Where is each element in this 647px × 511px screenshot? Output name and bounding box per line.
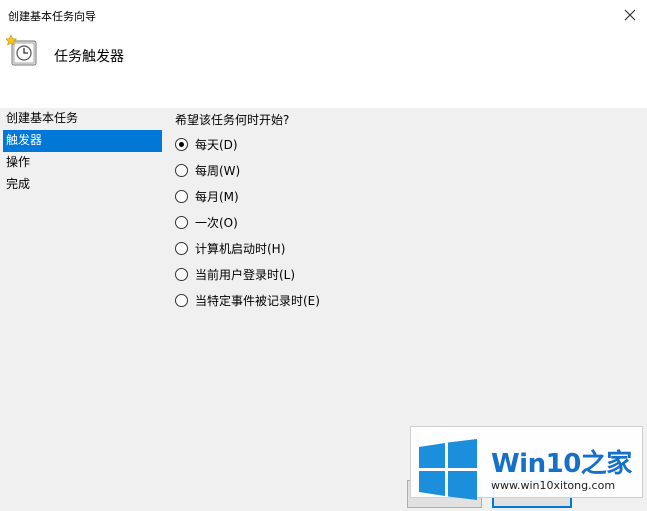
sidebar-item-create-basic-task[interactable]: 创建基本任务 <box>0 108 165 130</box>
windows-logo-icon <box>419 439 477 500</box>
sidebar-item-trigger[interactable]: 触发器 <box>3 130 162 152</box>
radio-button[interactable] <box>175 189 188 203</box>
page-title: 任务触发器 <box>54 49 124 65</box>
radio-monthly[interactable]: 每月(M) <box>175 183 635 209</box>
watermark-logo: Win10之家 www.win10xitong.com <box>410 426 643 500</box>
watermark-brand: Win10之家 <box>491 443 632 480</box>
radio-label: 每月(M) <box>195 189 239 204</box>
radio-at-startup[interactable]: 计算机启动时(H) <box>175 235 635 261</box>
radio-label: 当特定事件被记录时(E) <box>195 293 320 308</box>
sidebar-item-action[interactable]: 操作 <box>0 152 165 174</box>
task-clock-icon <box>6 34 37 66</box>
radio-daily[interactable]: 每天(D) <box>175 131 635 157</box>
wizard-steps-sidebar: 创建基本任务 触发器 操作 完成 <box>0 108 165 196</box>
radio-button[interactable] <box>175 215 188 229</box>
radio-on-event[interactable]: 当特定事件被记录时(E) <box>175 287 635 313</box>
wizard-header: 任务触发器 <box>0 30 647 108</box>
radio-weekly[interactable]: 每周(W) <box>175 157 635 183</box>
sidebar-item-finish[interactable]: 完成 <box>0 174 165 196</box>
radio-button[interactable] <box>175 293 188 307</box>
radio-label: 当前用户登录时(L) <box>195 267 296 282</box>
close-icon <box>624 9 636 21</box>
radio-label: 一次(O) <box>195 215 238 230</box>
title-bar: 创建基本任务向导 <box>0 0 647 30</box>
radio-label: 每天(D) <box>195 137 238 152</box>
radio-label: 计算机启动时(H) <box>195 241 286 256</box>
brand-suffix: 之家 <box>580 449 633 479</box>
question-label: 希望该任务何时开始? <box>175 113 290 127</box>
watermark-url: www.win10xitong.com <box>491 479 616 492</box>
radio-label: 每周(W) <box>195 163 241 178</box>
radio-button[interactable] <box>175 241 188 255</box>
radio-once[interactable]: 一次(O) <box>175 209 635 235</box>
trigger-options-panel: 希望该任务何时开始? 每天(D) 每周(W) 每月(M) 一次(O) 计算机启动… <box>175 108 635 313</box>
radio-at-logon[interactable]: 当前用户登录时(L) <box>175 261 635 287</box>
radio-button[interactable] <box>175 163 188 177</box>
close-button[interactable] <box>613 0 647 30</box>
radio-button[interactable] <box>175 267 188 281</box>
radio-button[interactable] <box>175 137 188 151</box>
window-title: 创建基本任务向导 <box>8 10 96 23</box>
brand-prefix: Win10 <box>491 449 581 479</box>
